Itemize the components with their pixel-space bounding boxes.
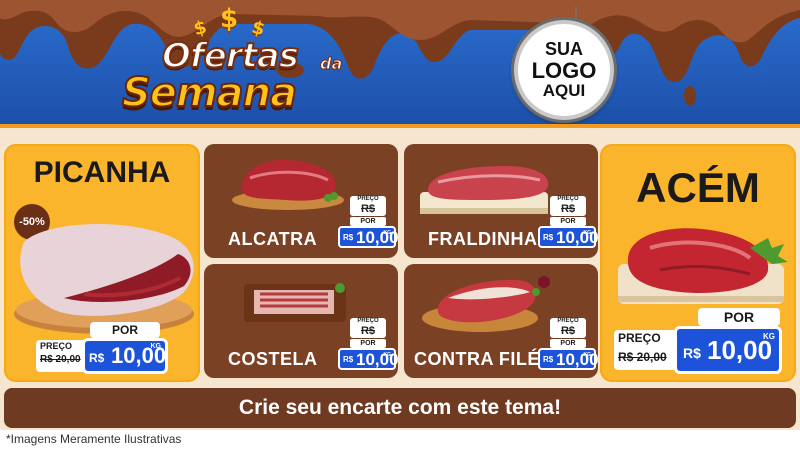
preco-label: PREÇO (618, 331, 661, 345)
title-semana: Semana (121, 69, 298, 117)
preco-label: PREÇO (357, 196, 379, 202)
old-price: R$ 20,00 (40, 354, 81, 365)
currency: R$ (683, 345, 701, 361)
contra-file-meat-image (422, 276, 550, 332)
logo-placeholder[interactable]: SUA LOGO AQUI (514, 20, 614, 120)
footer: *Imagens Meramente Ilustrativas (0, 430, 800, 450)
new-price: 10,00 (356, 228, 399, 247)
title-da: da (319, 54, 343, 74)
header: $ $ $ Ofertas da Semana SUA LOGO AQUI (0, 0, 800, 128)
old-price-box: PREÇO R$ 20,00 (350, 196, 386, 227)
cta-text: Crie seu encarte com este tema! (238, 396, 562, 419)
fraldinha-meat-image (420, 166, 549, 214)
currency: R$ (89, 351, 105, 365)
new-price-box: R$ 10,00 KG (538, 226, 599, 248)
por-label: POR (550, 339, 586, 348)
unit-label: KG (763, 332, 775, 341)
old-price: R$ 20,00 (618, 350, 667, 364)
dollar-sign-icon: $ (220, 4, 239, 34)
old-price-box: PREÇO R$ 20,00 (36, 340, 86, 372)
new-price: 10,00 (356, 350, 399, 369)
new-price-box: R$ 10,00 KG (338, 348, 399, 370)
unit-label: KG (383, 230, 392, 236)
unit-label: KG (383, 352, 392, 358)
logo-text-line3: AQUI (542, 81, 586, 101)
product-name: ALCATRA (228, 229, 318, 249)
new-price-box: R$ 10,00 KG (82, 338, 168, 374)
por-label: POR (550, 217, 586, 226)
currency: R$ (543, 233, 554, 242)
price-tag: PREÇO R$ 20,00 POR R$ 10,00 KG (338, 196, 399, 248)
new-price: 10,00 (556, 228, 599, 247)
new-price-box: R$ 10,00 KG (674, 326, 782, 374)
por-label: POR (90, 322, 160, 338)
product-name: CONTRA FILÉ (414, 349, 540, 369)
acem-meat-image (618, 228, 788, 304)
product-card-contra-file[interactable]: PREÇO R$ 20,00 POR R$ 10,00 KG CONTRA FI… (404, 264, 599, 378)
logo-text-line2: LOGO (531, 57, 597, 83)
preco-label: PREÇO (40, 341, 73, 351)
old-price-box: PREÇO R$ 20,00 (350, 318, 386, 349)
disclaimer-text: *Imagens Meramente Ilustrativas (6, 432, 182, 446)
old-price-box: PREÇO R$ 20,00 (550, 196, 586, 227)
por-label: POR (350, 217, 386, 226)
picanha-meat-image (14, 224, 194, 334)
por-label: POR (698, 308, 780, 326)
unit-label: KG (150, 343, 162, 350)
alcatra-meat-image (232, 159, 344, 210)
new-price-box: R$ 10,00 KG (338, 226, 399, 248)
por-label: POR (350, 339, 386, 348)
old-price-box: PREÇO R$ 20,00 (614, 330, 678, 370)
unit-label: KG (583, 230, 592, 236)
product-name: ACÉM (636, 164, 760, 211)
offers-title: $ $ $ Ofertas da Semana (121, 4, 372, 126)
product-name: COSTELA (228, 349, 318, 369)
new-price-box: R$ 10,00 KG (538, 348, 599, 370)
currency: R$ (543, 355, 554, 364)
unit-label: KG (583, 352, 592, 358)
featured-card-picanha[interactable]: PICANHA -50% POR PREÇO R$ 20,00 R$ 10,00… (4, 144, 200, 382)
featured-card-acem[interactable]: ACÉM POR PREÇO R$ 20,00 R$ 10,00 KG (600, 144, 796, 382)
currency: R$ (343, 233, 354, 242)
cta-banner[interactable]: Crie seu encarte com este tema! (4, 388, 796, 428)
price-tag: POR PREÇO R$ 20,00 R$ 10,00 KG (612, 308, 792, 380)
preco-label: PREÇO (557, 196, 579, 202)
preco-label: PREÇO (357, 318, 379, 324)
product-name: FRALDINHA (428, 229, 538, 249)
price-tag: PREÇO R$ 20,00 POR R$ 10,00 KG (538, 318, 599, 370)
product-card-costela[interactable]: PREÇO R$ 20,00 POR R$ 10,00 KG COSTELA (204, 264, 399, 378)
logo-text-line1: SUA (544, 39, 583, 60)
new-price: 10,00 (556, 350, 599, 369)
preco-label: PREÇO (557, 318, 579, 324)
currency: R$ (343, 355, 354, 364)
price-tag: POR PREÇO R$ 20,00 R$ 10,00 KG (36, 322, 170, 380)
old-price-box: PREÇO R$ 20,00 (550, 318, 586, 349)
product-name: PICANHA (33, 156, 171, 189)
price-tag: PREÇO R$ 20,00 POR R$ 10,00 KG (538, 196, 599, 248)
product-card-fraldinha[interactable]: PREÇO R$ 20,00 POR R$ 10,00 KG FRALDINHA (404, 144, 599, 258)
price-tag: PREÇO R$ 20,00 POR R$ 10,00 KG (338, 318, 399, 370)
product-card-alcatra[interactable]: PREÇO R$ 20,00 POR R$ 10,00 KG ALCATRA (204, 144, 399, 258)
costela-meat-image (244, 283, 346, 322)
chocolate-drip-decoration (0, 0, 800, 106)
